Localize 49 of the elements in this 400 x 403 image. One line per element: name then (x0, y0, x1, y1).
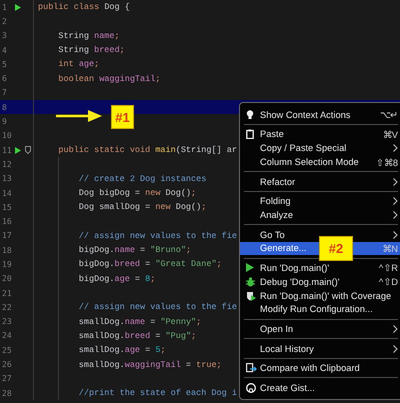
callout-tooltip: #1 (111, 105, 134, 129)
line-number: 13 (1, 174, 13, 184)
line-number: 14 (1, 188, 13, 198)
code-line: bigDog.name = "Bruno"; (78, 245, 192, 256)
line-number: 11 (1, 146, 13, 155)
code-line: boolean waggingTail; (57, 74, 160, 84)
line-number: 17 (1, 231, 13, 240)
code-line: // create 2 Dog instances (78, 174, 206, 184)
code-line: String name; (57, 30, 120, 41)
line-number: 27 (1, 374, 13, 384)
callout-tooltip: #2 (319, 236, 353, 261)
line-number: 3 (1, 31, 8, 40)
code-line: // assign new values to the fie (78, 302, 237, 312)
line-number: 8 (1, 102, 8, 112)
line-number: 21 (1, 288, 13, 298)
line-number: 20 (1, 274, 13, 284)
line-number: 16 (1, 217, 13, 226)
line-number: 24 (1, 331, 13, 340)
code-line: String breed; (57, 45, 125, 56)
line-number: 18 (1, 246, 13, 255)
code-line: public class Dog { (38, 2, 130, 12)
code-line: smallDog.name = "Penny"; (78, 316, 202, 327)
code-line: smallDog.breed = "Pug"; (78, 330, 196, 341)
line-number: 10 (1, 131, 13, 140)
line-number: 2 (1, 16, 8, 26)
line-number: 12 (1, 160, 13, 169)
line-number: 6 (1, 74, 8, 84)
line-number: 4 (1, 46, 8, 55)
line-number: 26 (1, 360, 13, 370)
code-line: bigDog.breed = "Great Dane"; (78, 259, 222, 270)
code-line: bigDog.age = 8; (78, 274, 156, 284)
line-number: 1 (1, 2, 8, 12)
line-number: 22 (1, 302, 13, 312)
line-number: 7 (1, 88, 8, 98)
line-number: 9 (1, 117, 8, 126)
code-line: // assign new values to the fie (78, 230, 237, 241)
code-line: Dog smallDog = new Dog(); (78, 202, 206, 212)
code-line: int age; (57, 59, 100, 70)
line-number: 19 (1, 260, 13, 269)
code-line: Dog bigDog = new Dog(); (78, 188, 196, 198)
code-line: smallDog.waggingTail = true; (78, 360, 222, 370)
line-number: 23 (1, 317, 13, 326)
code-line: smallDog.age = 5; (78, 345, 166, 356)
line-number: 28 (1, 388, 13, 398)
line-number: 5 (1, 60, 8, 69)
line-number: 15 (1, 202, 13, 212)
code-line: //print the state of each Dog i (78, 388, 237, 398)
code-line: public static void main(String[] ar (57, 145, 237, 156)
line-number: 25 (1, 346, 13, 355)
